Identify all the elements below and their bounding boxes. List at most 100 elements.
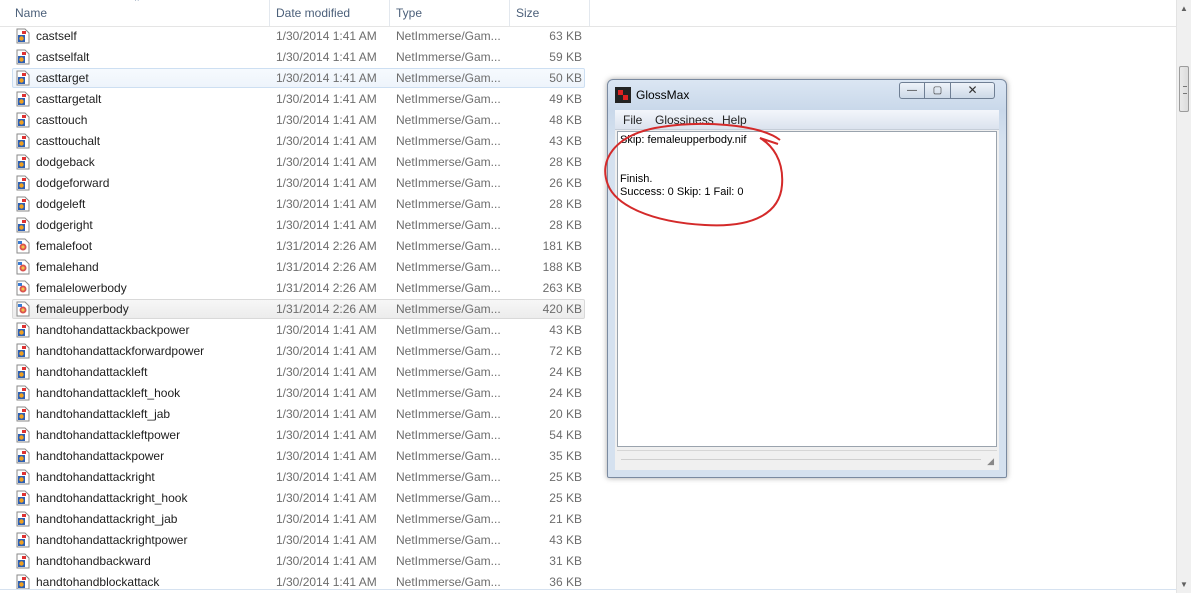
glossmax-window: GlossMax — ▢ ✕ File Glossiness Help Skip… xyxy=(607,79,1007,478)
file-size: 72 KB xyxy=(549,344,582,358)
file-name: dodgeforward xyxy=(36,176,110,190)
file-size: 43 KB xyxy=(549,134,582,148)
file-type: NetImmerse/Gam... xyxy=(396,155,501,169)
file-date: 1/30/2014 1:41 AM xyxy=(276,449,377,463)
file-size: 188 KB xyxy=(542,260,582,274)
file-size: 20 KB xyxy=(549,407,582,421)
file-size: 48 KB xyxy=(549,113,582,127)
file-date: 1/30/2014 1:41 AM xyxy=(276,575,377,589)
file-name: handtohandattackforwardpower xyxy=(36,344,205,358)
file-name: handtohandattackbackpower xyxy=(36,323,190,337)
nif-file-icon xyxy=(16,448,30,464)
nif-file-icon xyxy=(16,154,30,170)
output-log[interactable]: Skip: femaleupperbody.nif Finish. Succes… xyxy=(617,131,997,447)
file-date: 1/31/2014 2:26 AM xyxy=(276,302,377,316)
nif-file-icon-alt xyxy=(16,259,30,275)
nif-file-icon xyxy=(16,112,30,128)
file-type: NetImmerse/Gam... xyxy=(396,386,501,400)
file-date: 1/30/2014 1:41 AM xyxy=(276,218,377,232)
file-size: 25 KB xyxy=(549,470,582,484)
file-date: 1/30/2014 1:41 AM xyxy=(276,50,377,64)
column-header-name[interactable]: Name ^ xyxy=(0,0,270,26)
file-row[interactable]: handtohandattackrightpower 1/30/2014 1:41… xyxy=(0,530,1176,551)
file-size: 181 KB xyxy=(542,239,582,253)
file-type: NetImmerse/Gam... xyxy=(396,134,501,148)
nif-file-icon xyxy=(16,364,30,380)
nif-file-icon xyxy=(16,406,30,422)
nif-file-icon xyxy=(16,469,30,485)
window-title: GlossMax xyxy=(636,88,690,102)
nif-file-icon-alt xyxy=(16,238,30,254)
scroll-up-icon[interactable]: ▲ xyxy=(1180,4,1188,13)
file-date: 1/30/2014 1:41 AM xyxy=(276,197,377,211)
file-size: 28 KB xyxy=(549,155,582,169)
file-size: 26 KB xyxy=(549,176,582,190)
file-type: NetImmerse/Gam... xyxy=(396,113,501,127)
file-name: femalehand xyxy=(36,260,99,274)
file-name: handtohandattackright xyxy=(36,470,155,484)
grip-icon xyxy=(1183,86,1187,94)
nif-file-icon xyxy=(16,49,30,65)
maximize-button[interactable]: ▢ xyxy=(925,82,951,99)
nif-file-icon-alt xyxy=(16,280,30,296)
file-type: NetImmerse/Gam... xyxy=(396,197,501,211)
file-name: casttouch xyxy=(36,113,88,127)
minimize-button[interactable]: — xyxy=(899,82,925,99)
file-name: dodgeleft xyxy=(36,197,86,211)
file-type: NetImmerse/Gam... xyxy=(396,239,501,253)
file-type: NetImmerse/Gam... xyxy=(396,491,501,505)
file-size: 35 KB xyxy=(549,449,582,463)
file-size: 28 KB xyxy=(549,218,582,232)
file-type: NetImmerse/Gam... xyxy=(396,470,501,484)
file-type: NetImmerse/Gam... xyxy=(396,29,501,43)
file-date: 1/30/2014 1:41 AM xyxy=(276,71,377,85)
file-row[interactable]: castselfalt 1/30/2014 1:41 AM NetImmerse/G… xyxy=(0,47,1176,68)
file-type: NetImmerse/Gam... xyxy=(396,407,501,421)
column-header-name-label: Name xyxy=(15,6,48,20)
scrollbar-thumb[interactable] xyxy=(1179,66,1189,112)
scroll-down-icon[interactable]: ▼ xyxy=(1180,580,1188,589)
vertical-scrollbar[interactable]: ▲ ▼ xyxy=(1176,0,1191,593)
column-header-type-label: Type xyxy=(396,6,423,20)
file-name: castselfalt xyxy=(36,50,90,64)
file-name: handtohandattackleftpower xyxy=(36,428,181,442)
file-row[interactable]: handtohandattackright_hook 1/30/2014 1:41… xyxy=(0,488,1176,509)
file-type: NetImmerse/Gam... xyxy=(396,575,501,589)
file-row[interactable]: castself 1/30/2014 1:41 AM NetImmerse/Gam.… xyxy=(0,26,1176,47)
resize-grip-icon[interactable]: ◢ xyxy=(987,456,994,467)
file-date: 1/31/2014 2:26 AM xyxy=(276,239,377,253)
file-date: 1/30/2014 1:41 AM xyxy=(276,92,377,106)
file-size: 36 KB xyxy=(549,575,582,589)
file-type: NetImmerse/Gam... xyxy=(396,554,501,568)
status-divider xyxy=(621,459,981,460)
file-row[interactable]: handtohandbackward 1/30/2014 1:41 AM NetIm… xyxy=(0,551,1176,572)
nif-file-icon xyxy=(16,133,30,149)
file-type: NetImmerse/Gam... xyxy=(396,533,501,547)
nif-file-icon xyxy=(16,427,30,443)
menu-glossiness[interactable]: Glossiness xyxy=(655,113,714,127)
column-header-date[interactable]: Date modified xyxy=(270,0,390,26)
file-name: casttargetalt xyxy=(36,92,102,106)
file-name: handtohandattackleft xyxy=(36,365,148,379)
sort-ascending-icon: ^ xyxy=(135,0,139,6)
nif-file-icon xyxy=(16,490,30,506)
nif-file-icon-alt xyxy=(16,301,30,317)
file-name: femalelowerbody xyxy=(36,281,127,295)
file-date: 1/30/2014 1:41 AM xyxy=(276,176,377,190)
menu-file[interactable]: File xyxy=(623,113,642,127)
file-name: handtohandattackpower xyxy=(36,449,165,463)
file-name: handtohandattackleft_jab xyxy=(36,407,171,421)
file-type: NetImmerse/Gam... xyxy=(396,50,501,64)
file-name: dodgeback xyxy=(36,155,95,169)
column-header-type[interactable]: Type xyxy=(390,0,510,26)
file-date: 1/30/2014 1:41 AM xyxy=(276,407,377,421)
nif-file-icon xyxy=(16,532,30,548)
window-client-area: File Glossiness Help Skip: femaleupperbo… xyxy=(615,110,999,470)
close-button[interactable]: ✕ xyxy=(951,82,995,99)
nif-file-icon xyxy=(16,553,30,569)
log-line: Success: 0 Skip: 1 Fail: 0 xyxy=(620,186,744,198)
menu-help[interactable]: Help xyxy=(722,113,747,127)
nif-file-icon xyxy=(16,217,30,233)
file-row[interactable]: handtohandattackright_jab 1/30/2014 1:41 … xyxy=(0,509,1176,530)
column-header-size[interactable]: Size xyxy=(510,0,590,26)
